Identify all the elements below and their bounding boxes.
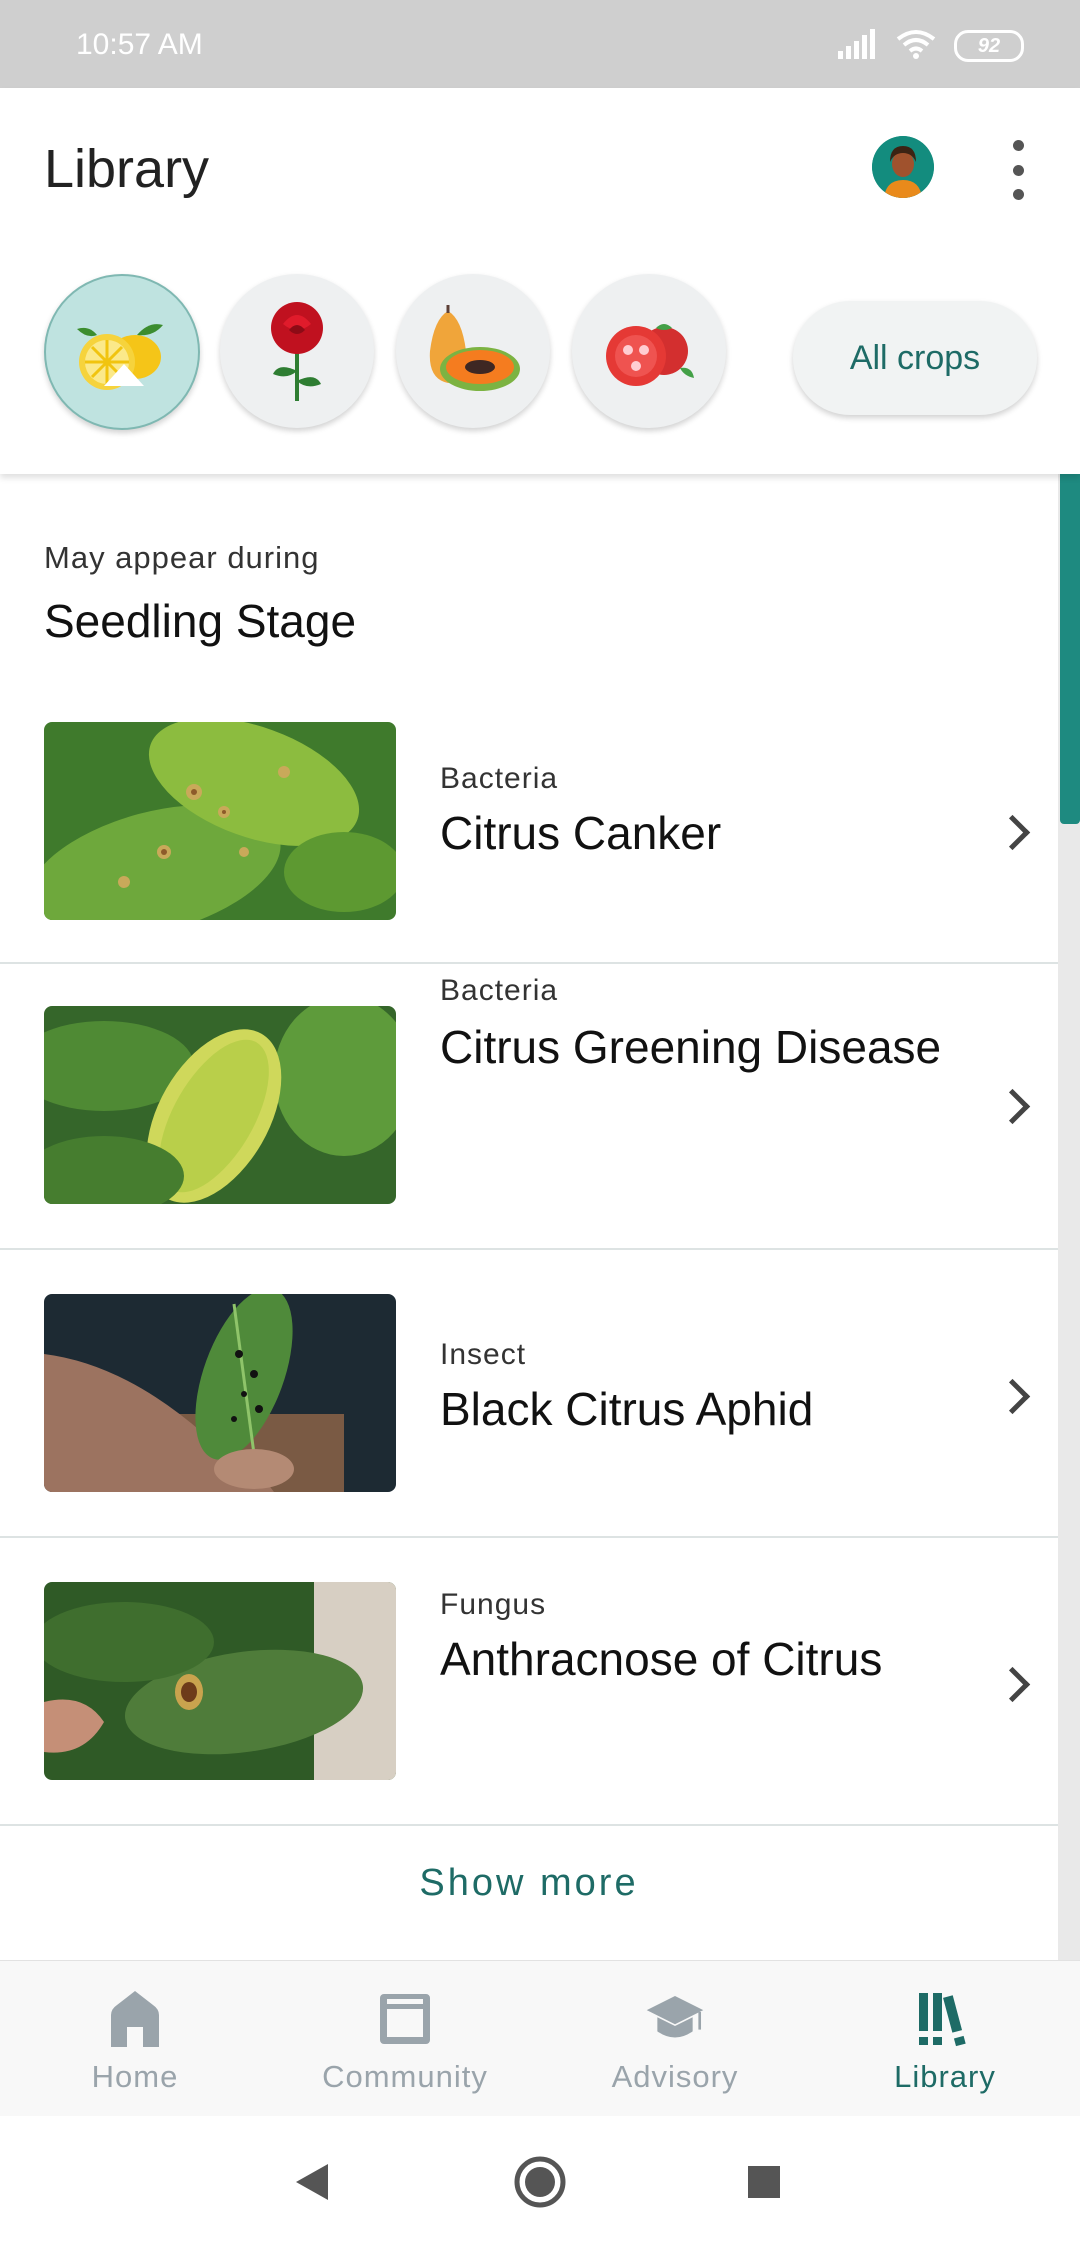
avatar[interactable] [872, 136, 934, 198]
user-avatar-icon [872, 136, 934, 198]
item-type: Bacteria [440, 762, 559, 795]
item-name: Citrus Canker [440, 807, 722, 859]
chevron-right-icon [994, 814, 1031, 851]
status-icons: 92 [836, 26, 1024, 66]
back-icon[interactable] [296, 2164, 328, 2200]
nav-label: Community [322, 2059, 488, 2094]
nav-label: Advisory [611, 2059, 739, 2094]
list-item-citrus-greening[interactable]: Bacteria Citrus Greening Disease [0, 962, 1058, 1250]
nav-community[interactable]: Community [270, 1961, 540, 2117]
bottom-navigation: Home Community Advisory Library [0, 1960, 1080, 2117]
scrollbar-thumb[interactable] [1060, 474, 1080, 824]
status-time: 10:57 AM [76, 28, 203, 61]
graduation-cap-icon [645, 1989, 705, 2049]
crop-papaya[interactable] [396, 274, 550, 428]
chevron-right-icon [994, 1666, 1031, 1703]
crop-citrus[interactable] [44, 274, 200, 430]
nav-label: Library [894, 2059, 996, 2094]
more-options-icon[interactable] [998, 140, 1038, 200]
papaya-icon [429, 305, 520, 391]
wifi-icon [896, 29, 936, 63]
section-title: Seedling Stage [44, 595, 357, 647]
nav-label: Home [91, 2059, 179, 2094]
thumbnail-citrus-greening [44, 1006, 396, 1204]
rose-icon [271, 302, 323, 401]
crop-rose[interactable] [220, 274, 374, 428]
chevron-right-icon [994, 1088, 1031, 1125]
home-icon [105, 1989, 165, 2049]
home-circle-icon[interactable] [514, 2156, 566, 2208]
system-navigation-bar [0, 2116, 1080, 2246]
page-title: Library [44, 139, 210, 199]
item-type: Bacteria [440, 974, 559, 1007]
item-name: Black Citrus Aphid [440, 1383, 814, 1435]
list-item-citrus-canker[interactable]: Bacteria Citrus Canker [0, 700, 1058, 964]
community-icon [375, 1989, 435, 2049]
list-item-anthracnose[interactable]: Fungus Anthracnose of Citrus [0, 1536, 1058, 1826]
chevron-right-icon [994, 1378, 1031, 1415]
all-crops-button[interactable]: All crops [793, 301, 1037, 415]
recents-icon[interactable] [748, 2166, 780, 2198]
signal-icon [836, 29, 878, 63]
thumbnail-citrus-canker [44, 722, 396, 920]
content-list[interactable]: May appear during Seedling Stage Bacteri… [0, 474, 1058, 1960]
battery-icon: 92 [954, 30, 1024, 62]
item-type: Fungus [440, 1588, 547, 1621]
selection-pointer [104, 364, 144, 386]
show-more-button[interactable]: Show more [0, 1862, 1058, 1905]
nav-library[interactable]: Library [810, 1961, 1080, 2117]
nav-advisory[interactable]: Advisory [540, 1961, 810, 2117]
app-header: Library All crops [0, 88, 1080, 474]
thumbnail-black-citrus-aphid [44, 1294, 396, 1492]
item-type: Insect [440, 1338, 527, 1371]
tomato-icon [606, 324, 694, 386]
item-name: Citrus Greening Disease [440, 1021, 942, 1073]
nav-home[interactable]: Home [0, 1961, 270, 2117]
list-item-black-citrus-aphid[interactable]: Insect Black Citrus Aphid [0, 1248, 1058, 1538]
status-bar: 10:57 AM 92 [0, 0, 1080, 88]
books-icon [915, 1989, 975, 2049]
crop-tomato[interactable] [572, 274, 726, 428]
item-name: Anthracnose of Citrus [440, 1633, 883, 1685]
thumbnail-anthracnose [44, 1582, 396, 1780]
section-caption: May appear during [44, 540, 320, 575]
battery-level: 92 [977, 34, 1001, 57]
